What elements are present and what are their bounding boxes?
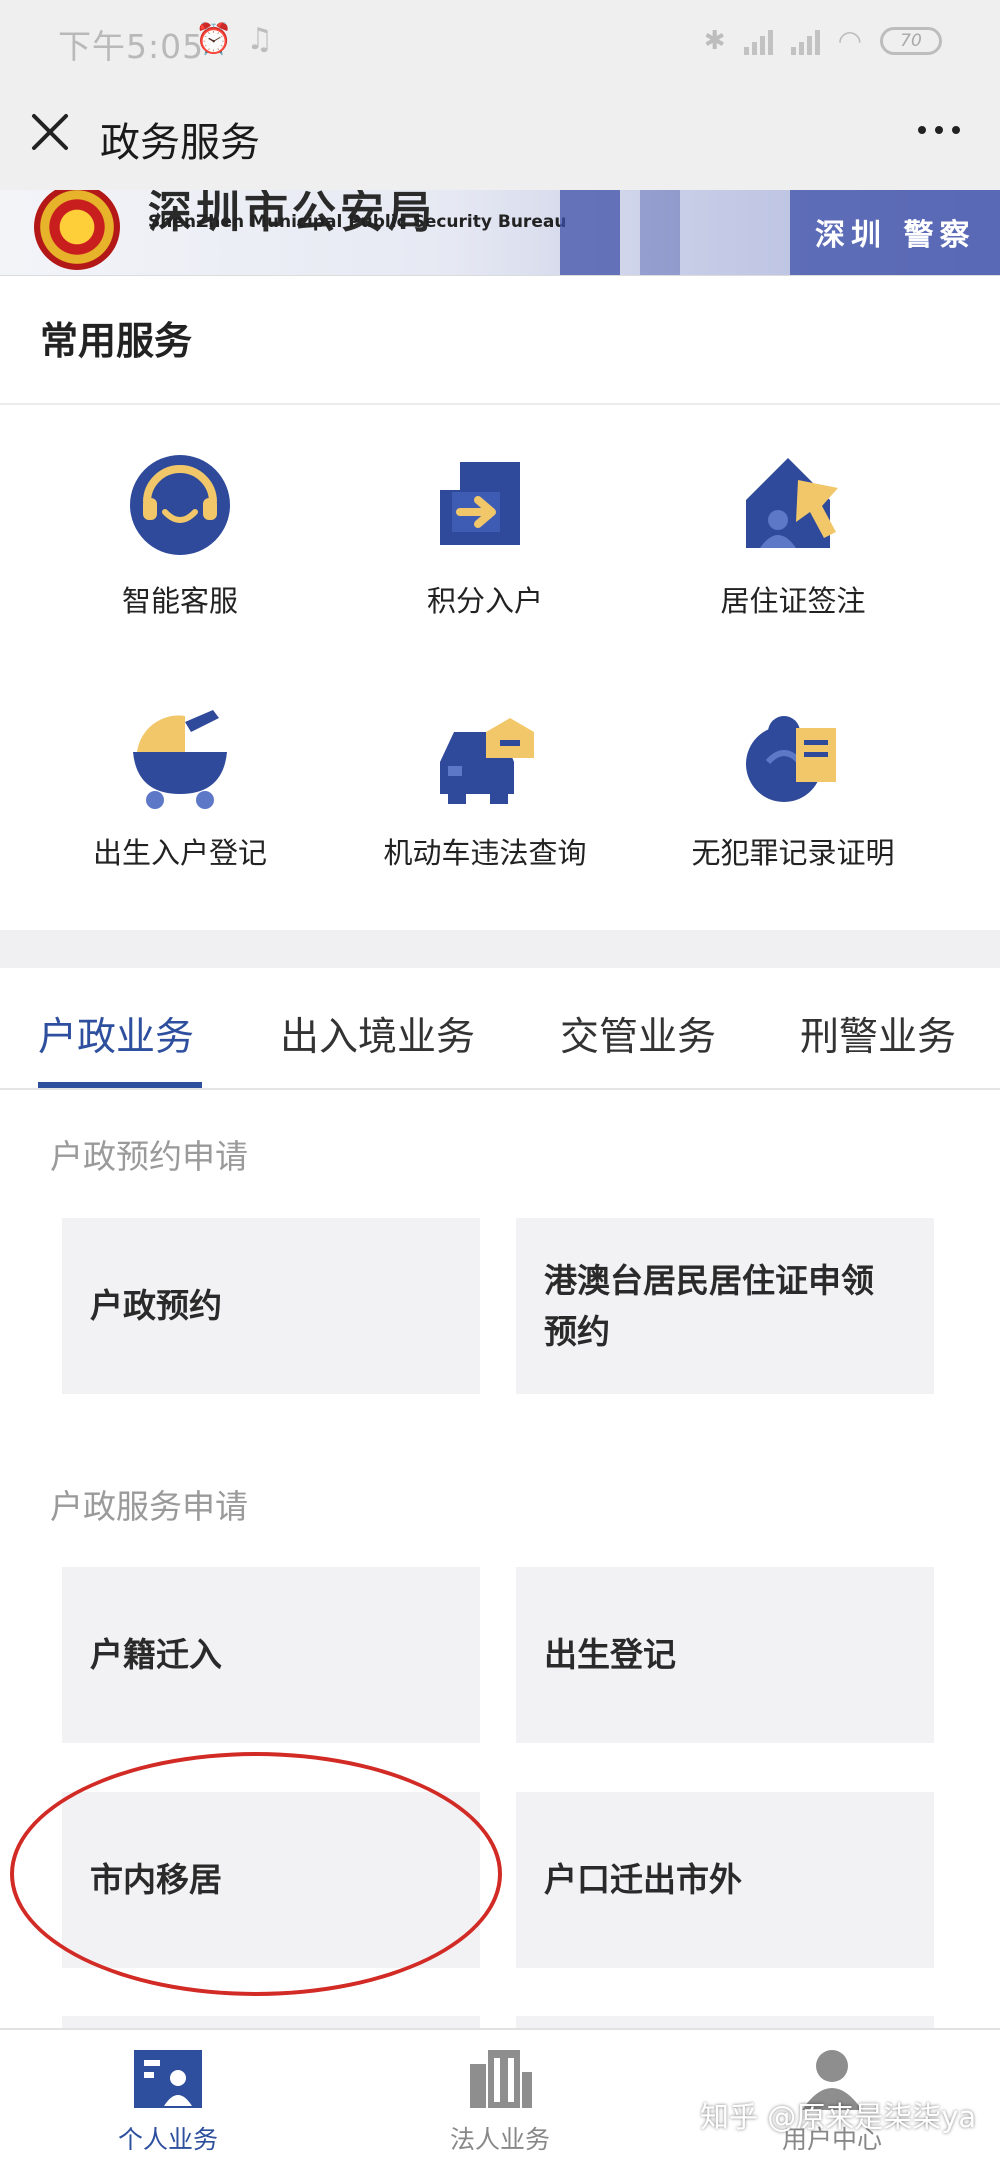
card-household-move-in[interactable]: 户籍迁入 xyxy=(62,1567,480,1743)
more-icon[interactable] xyxy=(918,126,960,134)
card-label: 户籍迁入 xyxy=(90,1635,222,1675)
points-settle-icon xyxy=(430,450,540,560)
banner-sign-text: 深圳 警察 xyxy=(815,218,976,253)
card-hkmt-permit-appointment[interactable]: 港澳台居民居住证申领预约 xyxy=(516,1218,934,1394)
residence-permit-icon xyxy=(738,450,848,560)
service-birth-registration[interactable]: 出生入户登记 xyxy=(30,702,330,872)
personal-icon xyxy=(132,2048,204,2110)
watermark: 知乎 @原来是柒柒ya xyxy=(700,2100,977,2134)
service-label: 积分入户 xyxy=(426,584,543,618)
banner-decor xyxy=(560,190,620,275)
birth-registration-icon xyxy=(125,702,235,812)
section-separator xyxy=(0,930,1000,968)
signal-hd-icon xyxy=(790,27,820,55)
status-bar: 下午5:05 ⏰ ♫ ✱ ◠ 70 xyxy=(0,0,1000,80)
service-customer-service[interactable]: 智能客服 xyxy=(30,450,330,620)
battery-icon: 70 xyxy=(880,26,942,55)
service-no-crime-certificate[interactable]: 无犯罪记录证明 xyxy=(643,702,943,872)
customer-service-icon xyxy=(125,450,235,560)
active-tab-indicator xyxy=(38,1082,202,1088)
tab-entry-exit[interactable]: 出入境业务 xyxy=(280,1006,475,1062)
banner-decor xyxy=(640,190,680,275)
bluetooth-icon: ✱ xyxy=(703,25,726,56)
divider xyxy=(0,403,1000,405)
status-left-icons: ⏰ ♫ xyxy=(195,22,273,57)
tab-household[interactable]: 户政业务 xyxy=(38,1006,194,1062)
section-title: 户政服务申请 xyxy=(50,1487,248,1526)
signal-icon xyxy=(743,27,773,55)
vehicle-violation-icon xyxy=(430,702,540,812)
alarm-icon: ⏰ xyxy=(195,22,233,57)
service-points-settle[interactable]: 积分入户 xyxy=(335,450,635,620)
card-label: 出生登记 xyxy=(544,1635,676,1675)
card-label: 港澳台居民居住证申领预约 xyxy=(544,1260,874,1351)
annotation-ellipse xyxy=(10,1752,502,1996)
card-label: 户政预约 xyxy=(90,1286,222,1326)
section-title: 户政预约申请 xyxy=(50,1137,248,1176)
service-label: 居住证签注 xyxy=(720,584,866,618)
status-right-icons: ✱ ◠ 70 xyxy=(704,24,942,57)
service-vehicle-violation[interactable]: 机动车违法查询 xyxy=(335,702,635,872)
service-label: 机动车违法查询 xyxy=(383,836,587,870)
service-label: 智能客服 xyxy=(121,584,238,618)
close-icon[interactable] xyxy=(28,110,72,154)
tab-traffic[interactable]: 交管业务 xyxy=(560,1006,716,1062)
card-household-appointment[interactable]: 户政预约 xyxy=(62,1218,480,1394)
status-time: 下午5:05 xyxy=(58,27,205,66)
bureau-name-en: ShenZhen Municipal Public Security Burea… xyxy=(148,212,567,232)
card-move-out-city[interactable]: 户口迁出市外 xyxy=(516,1792,934,1968)
wifi-icon: ◠ xyxy=(837,24,862,57)
nav-personal[interactable]: 个人业务 xyxy=(68,2048,268,2156)
card-birth-registration[interactable]: 出生登记 xyxy=(516,1567,934,1743)
bureau-banner: 深圳市公安局 ShenZhen Municipal Public Securit… xyxy=(0,190,1000,276)
page-title: 政务服务 xyxy=(100,120,260,166)
police-badge-icon xyxy=(34,190,120,270)
title-bar: 政务服务 xyxy=(0,80,1000,190)
card-label: 户口迁出市外 xyxy=(544,1860,742,1900)
service-label: 无犯罪记录证明 xyxy=(691,836,895,870)
service-residence-permit[interactable]: 居住证签注 xyxy=(643,450,943,620)
business-tabs: 户政业务 出入境业务 交管业务 刑警业务 xyxy=(0,968,1000,1090)
headset-icon: ♫ xyxy=(246,22,274,57)
nav-corporate[interactable]: 法人业务 xyxy=(400,2048,600,2156)
service-label: 出生入户登记 xyxy=(92,836,267,870)
common-services-title: 常用服务 xyxy=(40,319,193,363)
building-icon xyxy=(464,2048,536,2110)
tab-criminal[interactable]: 刑警业务 xyxy=(800,1006,956,1062)
nav-label: 法人业务 xyxy=(449,2125,550,2154)
nav-label: 个人业务 xyxy=(117,2125,218,2154)
no-crime-certificate-icon xyxy=(738,702,848,812)
